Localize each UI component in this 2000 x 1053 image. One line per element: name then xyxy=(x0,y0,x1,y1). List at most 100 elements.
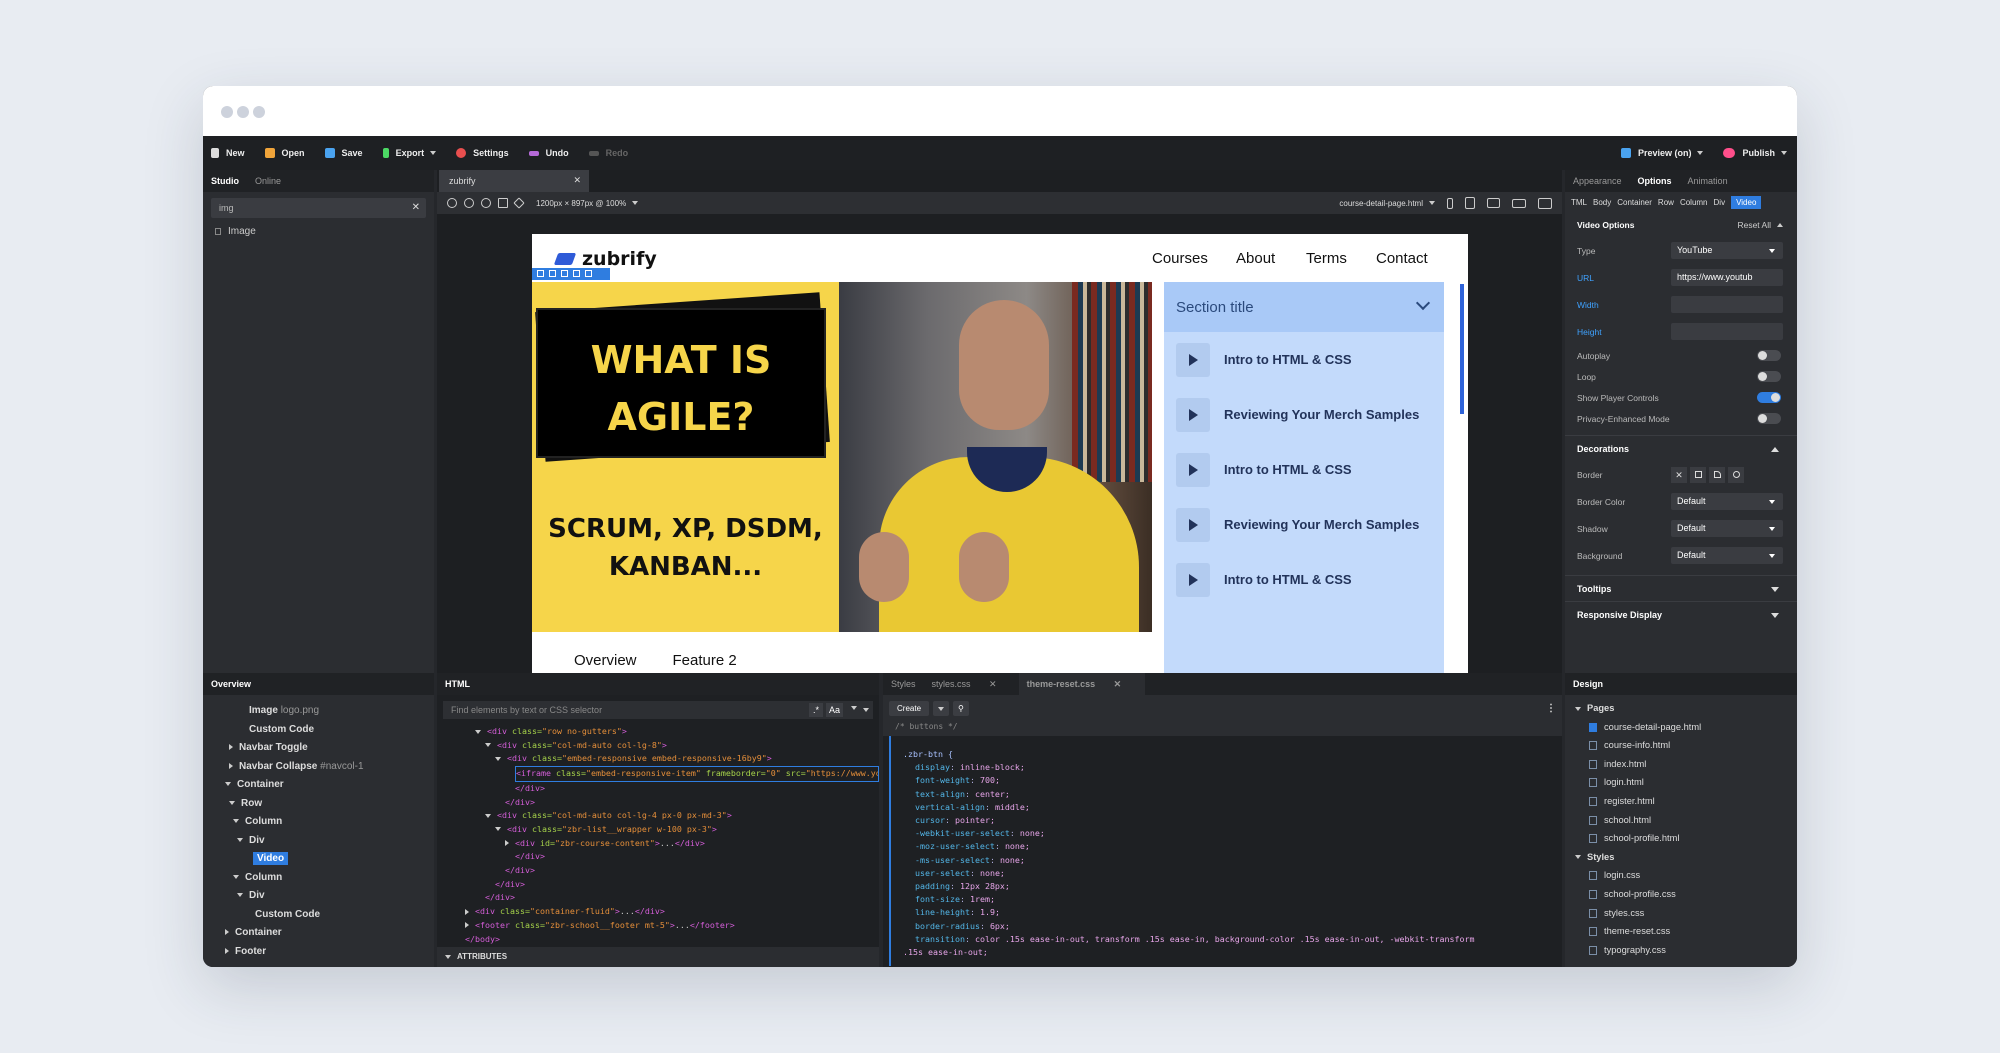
close-icon[interactable]: ✕ xyxy=(412,202,420,213)
tab-zubrify[interactable]: zubrify ✕ xyxy=(439,170,589,192)
tree-item[interactable]: Row xyxy=(203,798,434,817)
caret-down-icon[interactable] xyxy=(233,874,239,879)
design-title[interactable]: Design xyxy=(1573,679,1603,689)
arrow-up-icon[interactable] xyxy=(549,270,556,277)
caret-down-icon[interactable] xyxy=(229,800,235,805)
caret-right-icon[interactable] xyxy=(225,947,229,954)
hide-icon[interactable] xyxy=(573,270,580,277)
caret-right-icon[interactable] xyxy=(229,744,233,751)
tab-styles-css[interactable]: styles.css ✕ xyxy=(932,679,1013,690)
css-editor[interactable]: .zbr-btn { display: inline-block; font-we… xyxy=(889,736,1562,966)
height-input[interactable] xyxy=(1671,323,1783,340)
attributes-section[interactable]: ATTRIBUTES xyxy=(437,947,879,967)
pages-group[interactable]: Pages xyxy=(1575,703,1797,722)
breadcrumb-item[interactable]: TML xyxy=(1571,196,1587,209)
nav-about[interactable]: About xyxy=(1236,250,1275,267)
tab-overview[interactable]: Overview xyxy=(574,652,637,669)
lesson-item[interactable]: Reviewing Your Merch Samples xyxy=(1164,387,1444,442)
page-file[interactable]: index.html xyxy=(1575,759,1797,778)
preview-button[interactable]: Preview (on) xyxy=(1620,148,1704,158)
css-declaration[interactable]: transition: color .15s ease-in-out, tran… xyxy=(903,933,1562,946)
shadow-select[interactable]: Default xyxy=(1671,520,1783,537)
css-declaration[interactable]: -webkit-user-select: none; xyxy=(903,827,1562,840)
tree-item-selected[interactable]: Video xyxy=(203,852,434,872)
html-code-view[interactable]: <div class="row no-gutters"> <div class=… xyxy=(437,725,879,946)
tree-item[interactable]: Custom Code xyxy=(203,909,434,928)
tree-item[interactable]: Container xyxy=(203,779,434,798)
phone-icon[interactable] xyxy=(1447,197,1453,209)
privacy-toggle[interactable] xyxy=(1757,413,1781,424)
css-declaration[interactable]: border-radius: 6px; xyxy=(903,920,1562,933)
close-icon[interactable]: ✕ xyxy=(573,175,581,186)
type-select[interactable]: YouTube xyxy=(1671,242,1783,259)
nav-terms[interactable]: Terms xyxy=(1306,250,1347,267)
lesson-item[interactable]: Intro to HTML & CSS xyxy=(1164,552,1444,607)
style-file[interactable]: typography.css xyxy=(1575,945,1797,964)
create-dropdown[interactable] xyxy=(933,701,950,716)
tree-item[interactable]: Container xyxy=(203,927,434,946)
css-declaration[interactable]: text-align: center; xyxy=(903,788,1562,801)
tree-item[interactable]: Image logo.png xyxy=(203,705,434,724)
tablet-landscape-icon[interactable] xyxy=(1487,198,1500,208)
page-select[interactable]: course-detail-page.html xyxy=(1339,199,1423,208)
image-icon[interactable] xyxy=(498,198,508,208)
page-file[interactable]: login.html xyxy=(1575,777,1797,796)
loop-toggle[interactable] xyxy=(1757,371,1781,382)
tablet-icon[interactable] xyxy=(1465,197,1475,209)
create-button[interactable]: Create xyxy=(889,701,930,716)
breadcrumb-item[interactable]: Column xyxy=(1680,196,1708,209)
undo-button[interactable]: Undo xyxy=(528,148,569,158)
caret-down-icon[interactable] xyxy=(237,893,243,898)
outline-icon[interactable] xyxy=(481,198,491,208)
styles-group[interactable]: Styles xyxy=(1575,852,1797,871)
html-title[interactable]: HTML xyxy=(445,679,470,689)
no-border-icon[interactable]: ✕ xyxy=(1671,466,1687,483)
css-declaration[interactable]: -moz-user-select: none; xyxy=(903,840,1562,853)
lesson-item[interactable]: Reviewing Your Merch Samples xyxy=(1164,497,1444,552)
search-icon[interactable]: ⚲ xyxy=(953,701,969,716)
autoplay-toggle[interactable] xyxy=(1757,350,1781,361)
nav-courses[interactable]: Courses xyxy=(1152,250,1208,267)
chevron-down-icon[interactable] xyxy=(863,708,869,712)
tab-studio[interactable]: Studio xyxy=(211,176,239,186)
circle-border-icon[interactable] xyxy=(1728,466,1744,483)
chevron-up-icon[interactable] xyxy=(851,706,857,710)
more-icon[interactable]: ⋮ xyxy=(1546,703,1556,714)
move-icon[interactable] xyxy=(537,270,544,277)
tree-item[interactable]: Div xyxy=(203,890,434,909)
width-input[interactable] xyxy=(1671,296,1783,313)
open-button[interactable]: Open xyxy=(264,148,305,158)
tab-options[interactable]: Options xyxy=(1638,176,1672,186)
css-declaration[interactable]: font-weight: 700; xyxy=(903,774,1562,787)
tree-item[interactable]: Custom Code xyxy=(203,724,434,743)
tab-appearance[interactable]: Appearance xyxy=(1573,176,1622,186)
html-search-input[interactable]: Find elements by text or CSS selector .*… xyxy=(443,701,873,719)
selection-toolbar[interactable] xyxy=(532,268,610,280)
tab-animation[interactable]: Animation xyxy=(1688,176,1728,186)
lesson-item[interactable]: Intro to HTML & CSS xyxy=(1164,332,1444,387)
match-case-button[interactable]: Aa xyxy=(825,703,843,717)
page-file[interactable]: register.html xyxy=(1575,796,1797,815)
css-declaration[interactable]: padding: 12px 28px; xyxy=(903,880,1562,893)
style-file[interactable]: styles.css xyxy=(1575,908,1797,927)
export-button[interactable]: Export xyxy=(382,148,437,158)
tree-item[interactable]: Navbar Collapse #navcol-1 xyxy=(203,761,434,780)
trash-icon[interactable] xyxy=(585,270,592,277)
section-scrollbar[interactable] xyxy=(1460,284,1464,414)
component-image[interactable]: Image xyxy=(215,226,422,237)
css-declaration[interactable]: vertical-align: middle; xyxy=(903,801,1562,814)
page-file[interactable]: school-profile.html xyxy=(1575,833,1797,852)
square-border-icon[interactable] xyxy=(1690,466,1706,483)
tab-theme-reset-css[interactable]: theme-reset.css ✕ xyxy=(1018,672,1146,696)
collapsed-rule[interactable]: /* buttons */ xyxy=(883,722,1562,736)
decorations-section[interactable]: Decorations xyxy=(1565,435,1797,461)
page-file[interactable]: school.html xyxy=(1575,815,1797,834)
canvas-size[interactable]: 1200px × 897px @ 100% xyxy=(536,199,626,208)
rounded-border-icon[interactable] xyxy=(1709,466,1725,483)
css-declaration[interactable]: display: inline-block; xyxy=(903,761,1562,774)
component-search-input[interactable]: img ✕ xyxy=(211,198,426,218)
tree-item[interactable]: Column xyxy=(203,816,434,835)
breadcrumb-item[interactable]: Div xyxy=(1714,196,1726,209)
css-declaration[interactable]: -ms-user-select: none; xyxy=(903,854,1562,867)
tree-item[interactable]: Footer xyxy=(203,946,434,965)
